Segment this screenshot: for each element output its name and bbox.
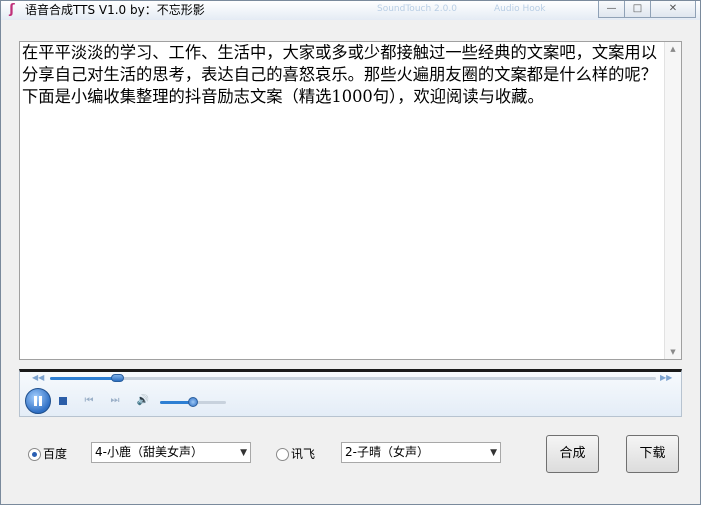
main-window: ʃ 语音合成TTS V1.0 by：不忘形影 SoundTouch 2.0.0 …	[0, 0, 701, 505]
chevron-down-icon: ▼	[240, 448, 247, 458]
text-input-area[interactable]: 在平平淡淡的学习、工作、生活中，大家或多或少都接触过一些经典的文案吧，文案用以分…	[19, 41, 682, 360]
baidu-voice-select[interactable]: 4-小鹿（甜美女声） ▼	[91, 442, 251, 463]
volume-handle[interactable]	[188, 397, 198, 407]
previous-button[interactable]: ⏮	[83, 395, 95, 407]
volume-icon: 🔊	[136, 395, 150, 406]
radio-xunfei-label[interactable]: 讯飞	[291, 447, 315, 461]
radio-baidu[interactable]	[28, 448, 41, 461]
pause-button[interactable]	[25, 388, 51, 414]
tts-app-icon: ʃ	[9, 2, 15, 17]
volume-slider[interactable]	[160, 397, 226, 407]
download-button[interactable]: 下载	[626, 435, 679, 473]
stop-button[interactable]	[57, 395, 69, 407]
next-icon: ⏭	[110, 395, 120, 406]
synthesize-button[interactable]: 合成	[546, 435, 599, 473]
text-content[interactable]: 在平平淡淡的学习、工作、生活中，大家或多或少都接触过一些经典的文案吧，文案用以分…	[22, 42, 664, 108]
maximize-button[interactable]: □	[624, 1, 651, 18]
minimize-button[interactable]: —	[598, 1, 625, 18]
window-title: 语音合成TTS V1.0 by：不忘形影	[25, 3, 205, 17]
ghost-label-2: Audio Hook	[494, 4, 546, 14]
fast-forward-icon[interactable]: ▶▶	[660, 373, 672, 382]
ghost-label-1: SoundTouch 2.0.0	[377, 4, 457, 14]
scroll-down-icon[interactable]: ▼	[665, 345, 681, 359]
media-player: ◀◀ ▶▶ ⏮ ⏭ 🔊	[19, 369, 682, 417]
seek-progress	[50, 377, 117, 380]
stop-icon	[59, 397, 67, 405]
xunfei-voice-value: 2-子晴（女声）	[345, 445, 429, 459]
scroll-up-icon[interactable]: ▲	[665, 42, 681, 56]
seek-bar[interactable]	[50, 374, 656, 382]
radio-xunfei[interactable]	[276, 448, 289, 461]
chevron-down-icon: ▼	[490, 448, 497, 458]
pause-icon	[34, 396, 37, 406]
baidu-voice-value: 4-小鹿（甜美女声）	[95, 445, 203, 459]
xunfei-voice-select[interactable]: 2-子晴（女声） ▼	[341, 442, 501, 463]
previous-icon: ⏮	[84, 395, 94, 406]
close-button[interactable]: ✕	[650, 1, 696, 18]
seek-handle[interactable]	[110, 374, 124, 382]
vertical-scrollbar[interactable]: ▲ ▼	[664, 42, 681, 359]
title-bar: ʃ 语音合成TTS V1.0 by：不忘形影 SoundTouch 2.0.0 …	[1, 1, 700, 20]
rewind-icon[interactable]: ◀◀	[32, 373, 44, 382]
next-button[interactable]: ⏭	[109, 395, 121, 407]
mute-button[interactable]: 🔊	[135, 395, 151, 407]
radio-baidu-label[interactable]: 百度	[43, 447, 67, 461]
